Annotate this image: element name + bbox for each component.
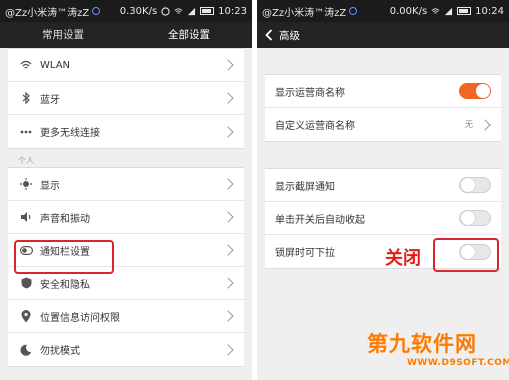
tab-all-settings[interactable]: 全部设置: [126, 22, 252, 48]
chevron-right-icon: [222, 310, 234, 322]
show-carrier-toggle[interactable]: [459, 83, 491, 99]
tab-common-settings[interactable]: 常用设置: [0, 22, 126, 48]
status-circle-icon: [92, 7, 101, 15]
network-speed: 0.30K/s: [119, 5, 158, 17]
chevron-right-icon: [222, 343, 234, 356]
highlight-lockscreen-toggle: [433, 238, 499, 272]
signal-icon: [188, 7, 196, 15]
toggle-knob: [461, 178, 475, 192]
carrier-name: @Zz小米涛™涛zZ: [5, 7, 90, 19]
carrier-group: 显示运营商名称 自定义运营商名称 无: [265, 74, 501, 142]
row-label: 单击开关后自动收起: [275, 214, 365, 226]
shield-icon: [18, 277, 34, 289]
highlight-notification-bar: [14, 240, 114, 274]
row-label: 自定义运营商名称: [275, 121, 355, 132]
settings-row-do-not-disturb[interactable]: 勿扰模式: [8, 333, 244, 366]
settings-all-screen: @Zz小米涛™涛zZ 0.30K/s 10:23 常用设置 全部设置 WLAN …: [0, 0, 252, 380]
row-label: 安全和隐私: [40, 279, 90, 291]
custom-carrier-value: 无: [465, 120, 473, 129]
title-bar: 高级: [257, 22, 509, 48]
row-label: 位置信息访问权限: [40, 312, 120, 324]
settings-row-show-carrier[interactable]: 显示运营商名称: [265, 75, 501, 108]
section-header-blank: [257, 48, 509, 74]
row-label: 蓝牙: [40, 94, 60, 106]
section-header-personal: 个人: [18, 156, 34, 165]
settings-row-bluetooth[interactable]: 蓝牙: [8, 82, 244, 115]
status-bar: @Zz小米涛™涛zZ 0.30K/s 10:23: [0, 0, 252, 22]
battery-icon: [200, 7, 215, 15]
alarm-icon: [161, 6, 170, 16]
chevron-right-icon: [479, 118, 491, 131]
location-icon: [18, 309, 34, 323]
auto-collapse-toggle[interactable]: [459, 210, 491, 226]
wifi-status-icon: [174, 7, 183, 14]
chevron-right-icon: [222, 125, 234, 138]
row-label: 锁屏时可下拉: [275, 248, 335, 259]
status-circle-icon: [349, 7, 358, 15]
more-dots-icon: [18, 130, 34, 134]
chevron-right-icon: [222, 211, 234, 223]
watermark-url: WWW.D9SOFT.COM: [407, 358, 509, 368]
page-title: 高级: [279, 29, 300, 42]
row-label: 显示: [40, 180, 60, 192]
screenshot-notification-toggle[interactable]: [459, 177, 491, 193]
sound-icon: [18, 211, 34, 223]
signal-icon: [445, 7, 453, 15]
chevron-right-icon: [222, 178, 234, 190]
chevron-left-icon: [265, 29, 273, 41]
row-label: 声音和振动: [40, 213, 90, 225]
settings-row-sound[interactable]: 声音和振动: [8, 201, 244, 234]
row-label: 勿扰模式: [40, 346, 80, 357]
chevron-right-icon: [222, 277, 234, 289]
back-button[interactable]: 高级: [257, 28, 300, 43]
row-label: 更多无线连接: [40, 128, 100, 139]
chevron-right-icon: [222, 59, 234, 71]
section-header-blank: [257, 142, 509, 168]
settings-row-display[interactable]: 显示: [8, 168, 244, 201]
wifi-icon: [18, 60, 34, 70]
settings-row-screenshot-notification[interactable]: 显示截屏通知: [265, 169, 501, 202]
settings-row-auto-collapse[interactable]: 单击开关后自动收起: [265, 202, 501, 235]
chevron-right-icon: [222, 92, 234, 104]
settings-tabs: 常用设置 全部设置: [0, 22, 252, 48]
battery-icon: [457, 7, 472, 15]
annotation-close: 关闭: [385, 248, 421, 269]
status-bar: @Zz小米涛™涛zZ 0.00K/s 10:24: [257, 0, 509, 22]
clock: 10:24: [475, 5, 504, 17]
toggle-knob: [476, 84, 490, 98]
network-speed: 0.00K/s: [389, 5, 428, 17]
toggle-knob: [461, 211, 475, 225]
advanced-notification-screen: @Zz小米涛™涛zZ 0.00K/s 10:24 高级 显示运营商名称 自定义运…: [257, 0, 509, 380]
wireless-group: WLAN 蓝牙 更多无线连接: [8, 48, 244, 149]
clock: 10:23: [218, 5, 247, 17]
settings-row-more-wireless[interactable]: 更多无线连接: [8, 115, 244, 148]
settings-row-custom-carrier[interactable]: 自定义运营商名称 无: [265, 108, 501, 141]
settings-row-location[interactable]: 位置信息访问权限: [8, 300, 244, 333]
row-label: 显示运营商名称: [275, 87, 345, 99]
carrier-name: @Zz小米涛™涛zZ: [262, 7, 347, 19]
row-label: 显示截屏通知: [275, 181, 335, 193]
moon-icon: [18, 344, 34, 356]
display-icon: [18, 178, 34, 190]
settings-row-wlan[interactable]: WLAN: [8, 49, 244, 82]
watermark-logo: 第九软件网: [367, 332, 477, 356]
wifi-status-icon: [431, 7, 440, 14]
bluetooth-icon: [18, 92, 34, 104]
row-label: WLAN: [40, 59, 71, 71]
chevron-right-icon: [222, 244, 234, 256]
